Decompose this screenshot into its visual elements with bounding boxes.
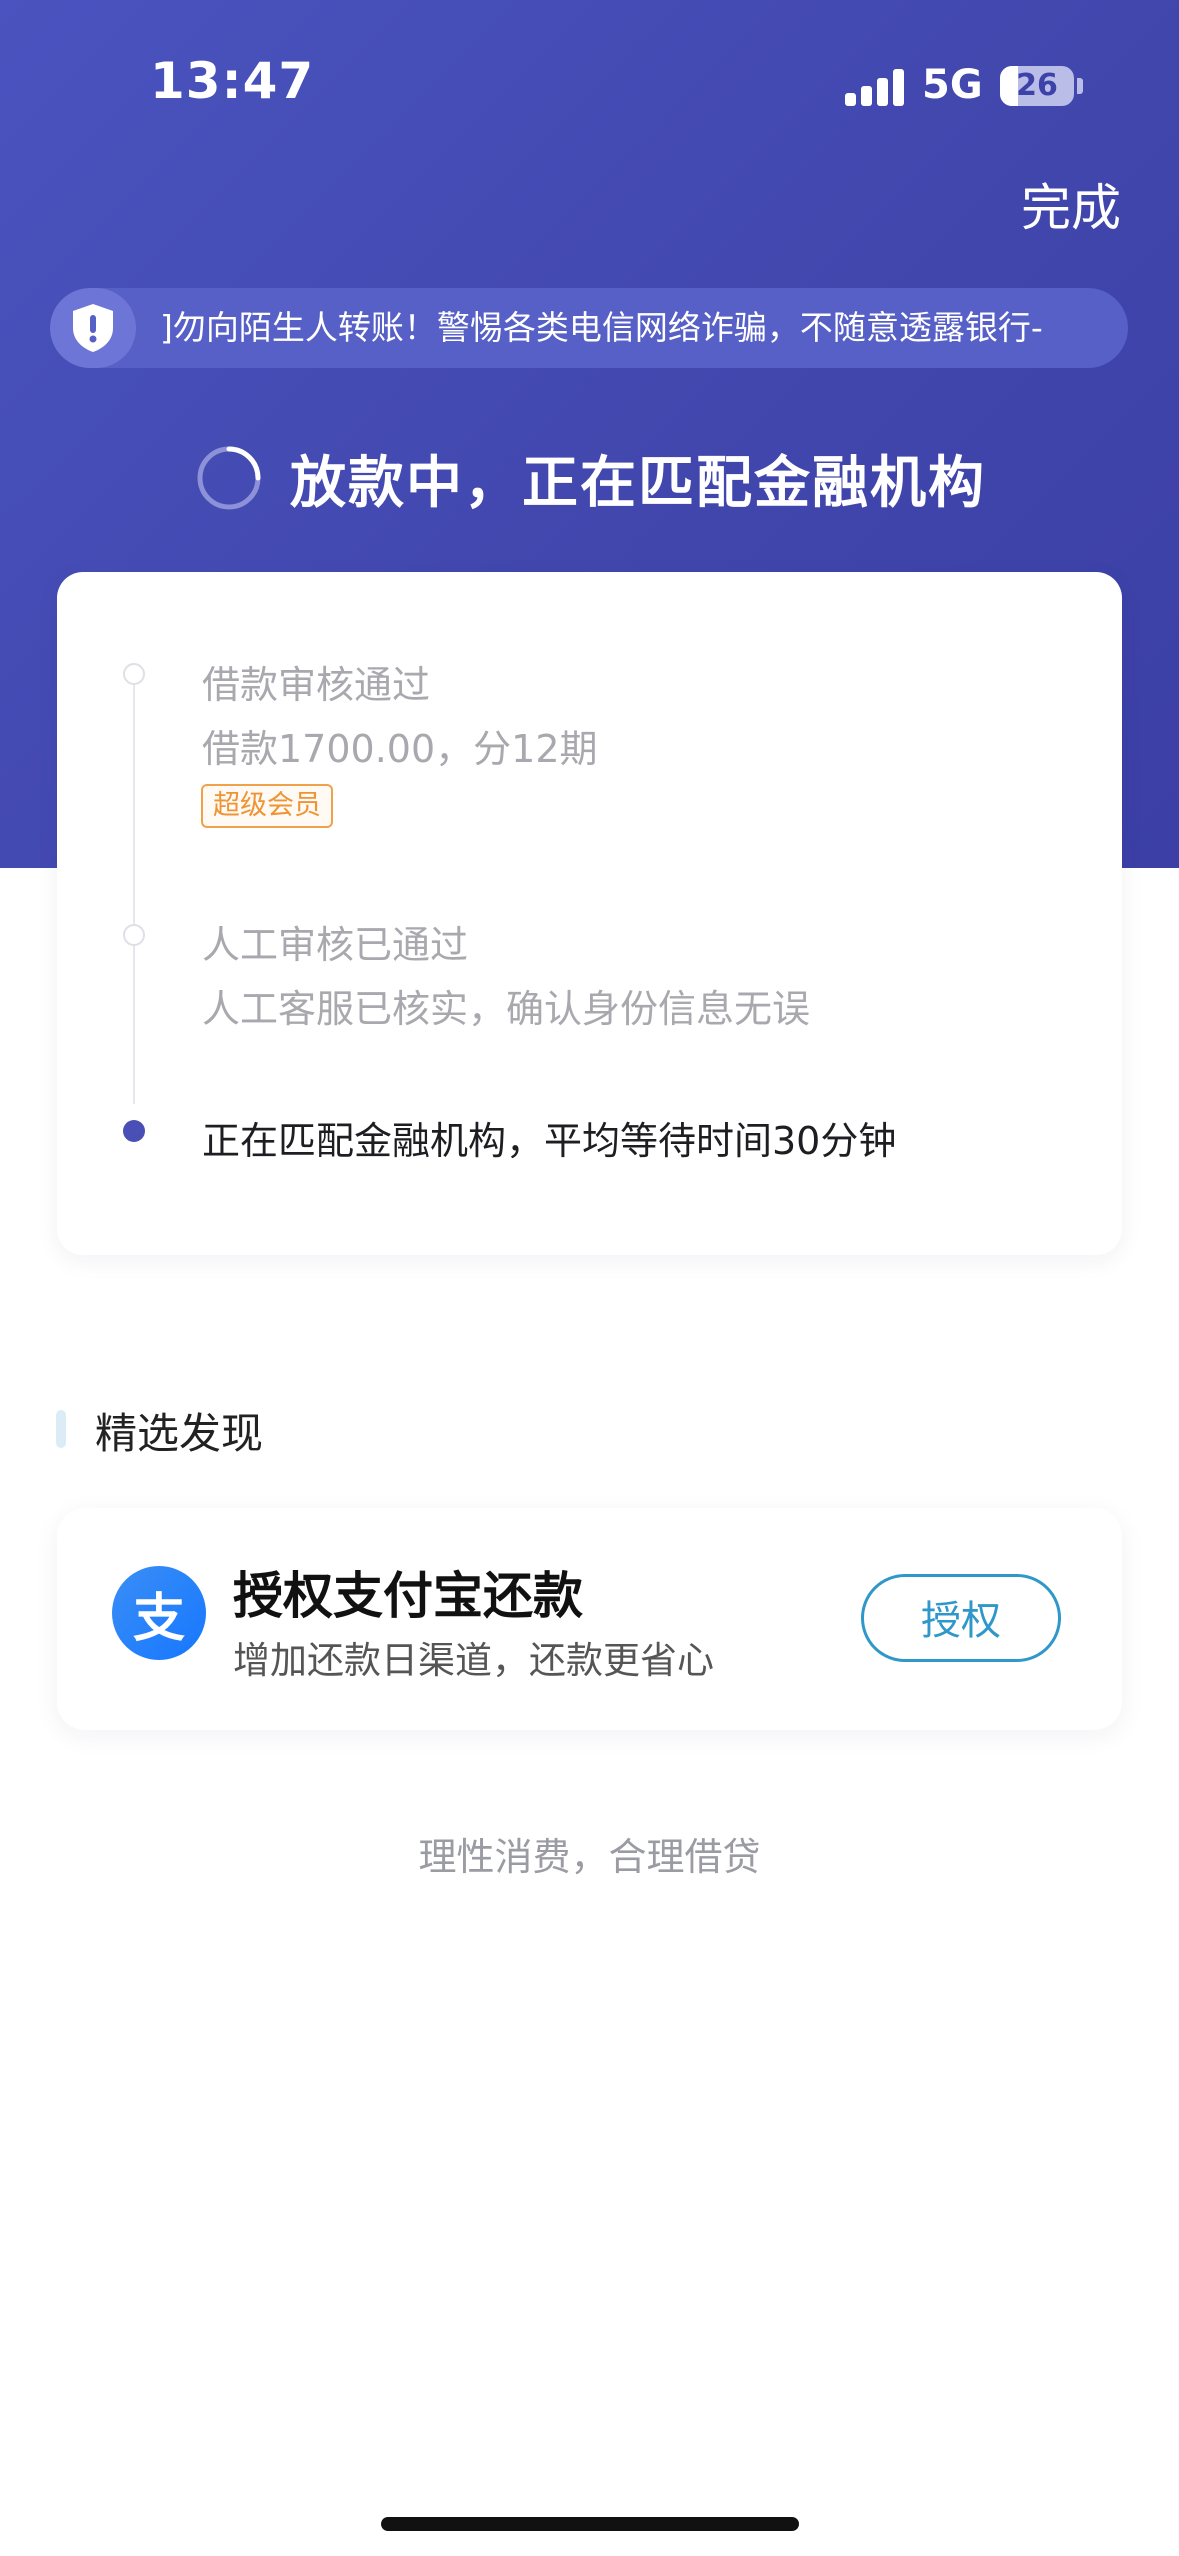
footer-slogan: 理性消费，合理借贷 xyxy=(418,1835,761,1879)
step-desc: 人工客服已核实，确认身份信息无误 xyxy=(202,987,811,1031)
progress-card: 借款审核通过 借款1700.00，分12期 超级会员 人工审核已通过 人工客服已… xyxy=(57,572,1122,1255)
alipay-logo-char: 支 xyxy=(132,1588,185,1649)
home-indicator[interactable] xyxy=(381,2517,799,2531)
status-time: 13:47 xyxy=(150,52,315,110)
step-active: 正在匹配金融机构，平均等待时间30分钟 xyxy=(202,1119,897,1163)
promo-title: 授权支付宝还款 xyxy=(233,1567,583,1625)
section-accent-bar xyxy=(56,1410,66,1448)
promo-subtitle: 增加还款日渠道，还款更省心 xyxy=(233,1639,714,1682)
status-heading: 放款中，正在匹配金融机构 xyxy=(290,450,986,516)
alipay-icon: 支 xyxy=(112,1566,206,1660)
notice-text: ]勿向陌生人转账！警惕各类电信网络诈骗，不随意透露银行- xyxy=(160,308,1043,347)
spinner-icon xyxy=(197,446,261,510)
timeline-dot-active xyxy=(123,1120,145,1142)
timeline-line xyxy=(133,672,135,1104)
battery-level: 26 xyxy=(1016,68,1058,103)
step-title: 借款审核通过 xyxy=(202,663,431,707)
network-label: 5G xyxy=(922,62,983,108)
section-title: 精选发现 xyxy=(95,1409,264,1458)
loan-status-row: 放款中，正在匹配金融机构 xyxy=(196,438,986,518)
shield-icon xyxy=(50,288,136,368)
timeline-dot xyxy=(123,924,145,946)
fraud-notice-bar: ]勿向陌生人转账！警惕各类电信网络诈骗，不随意透露银行- xyxy=(50,288,1128,368)
signal-icon xyxy=(845,66,905,106)
done-button[interactable]: 完成 xyxy=(1021,168,1121,240)
battery-icon: 26 xyxy=(1000,66,1074,106)
authorize-button[interactable]: 授权 xyxy=(861,1574,1061,1662)
step-title: 人工审核已通过 xyxy=(202,923,469,967)
step-desc: 借款1700.00，分12期 xyxy=(202,727,598,771)
timeline-dot xyxy=(123,663,145,685)
battery-cap xyxy=(1077,78,1083,94)
vip-badge: 超级会员 xyxy=(201,784,333,828)
alipay-promo-card[interactable]: 支 授权支付宝还款 增加还款日渠道，还款更省心 授权 xyxy=(57,1508,1122,1730)
